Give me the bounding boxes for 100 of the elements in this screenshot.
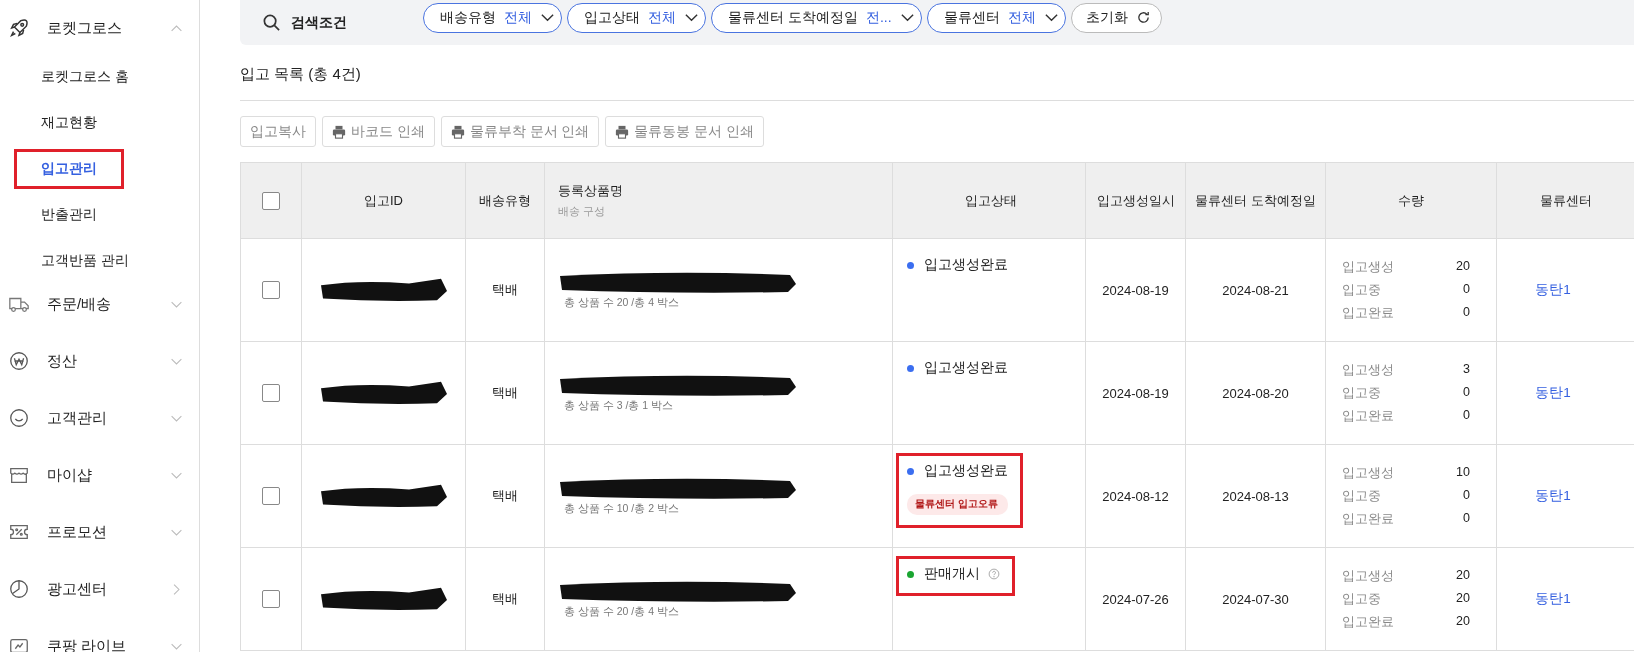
quantity-label: 입고완료	[1342, 613, 1395, 631]
rocket-icon	[8, 17, 30, 39]
refresh-icon	[1135, 10, 1151, 25]
quantity-value: 0	[1462, 281, 1470, 298]
quantity-label: 입고중	[1342, 384, 1382, 402]
filter-dropdown[interactable]: 물류센터 전체	[926, 2, 1066, 33]
quantity-value: 0	[1463, 407, 1470, 424]
table-cell-text: 총 상품 수 20 /총 4 박스	[563, 296, 680, 310]
quantity-label: 입고생성	[1342, 361, 1395, 379]
table-cell: 택배	[492, 281, 518, 299]
table-cell-text: 총 상품 수 20 /총 4 박스	[563, 605, 680, 619]
table-cell: 2024-07-26	[1102, 591, 1169, 607]
quantity-label: 입고중	[1342, 590, 1382, 608]
nav-item[interactable]: 정산	[0, 341, 199, 381]
nav-item[interactable]: 프로모션	[0, 512, 199, 552]
action-button[interactable]: 입고복사	[240, 116, 316, 147]
column-header: 입고상태	[964, 191, 1017, 210]
checkbox[interactable]	[262, 487, 280, 505]
status-label: 판매개시	[924, 565, 980, 583]
checkbox[interactable]	[262, 590, 280, 608]
nav-label: 마이샵	[47, 465, 93, 485]
quantity-value: 20	[1456, 590, 1470, 607]
column-header: 수량	[1398, 191, 1424, 210]
table-cell-text: 총 상품 수 3 /총 1 박스	[563, 399, 675, 413]
center-link[interactable]: 동탄1	[1535, 487, 1571, 505]
column-header: 물류센터	[1539, 191, 1592, 210]
quantity-value: 0	[1462, 304, 1470, 321]
quantity-label: 입고생성	[1342, 258, 1395, 276]
filter-dropdown[interactable]: 물류센터 도착예정일 전...	[711, 2, 922, 33]
quantity-value: 20	[1456, 258, 1470, 275]
submenu-item[interactable]: 재고현황	[14, 103, 124, 143]
filter-dropdown[interactable]: 배송유형 전체	[423, 2, 562, 33]
status-label: 입고생성완료	[924, 359, 1008, 377]
submenu-item[interactable]: 반출관리	[14, 195, 124, 235]
column-header: 입고생성일시	[1096, 191, 1175, 210]
quantity-label: 입고완료	[1342, 510, 1395, 528]
smiley-icon	[8, 407, 30, 429]
printer-icon	[332, 124, 346, 139]
table-cell: 2024-08-12	[1102, 488, 1169, 504]
table-cell: 택배	[492, 384, 518, 402]
pie-chart-icon	[8, 578, 30, 600]
nav-label: 정산	[47, 351, 78, 371]
nav-item[interactable]: 쿠팡 라이브	[0, 626, 199, 652]
checkbox[interactable]	[262, 384, 280, 402]
column-header: 입고ID	[364, 191, 403, 210]
quantity-label: 입고완료	[1342, 407, 1395, 425]
action-button[interactable]: 바코드 인쇄	[322, 116, 435, 147]
quantity-value: 0	[1462, 487, 1470, 504]
won-icon	[8, 350, 30, 372]
help-icon[interactable]	[988, 568, 1000, 580]
submenu-item[interactable]: 입고관리	[14, 149, 124, 189]
nav-item[interactable]: 고객관리	[0, 398, 199, 438]
column-header: 배송유형	[479, 191, 531, 210]
nav-label: 쿠팡 라이브	[47, 636, 128, 652]
action-button[interactable]: 물류동봉 문서 인쇄	[605, 116, 764, 147]
quantity-label: 입고중	[1342, 487, 1382, 505]
filter-dropdown[interactable]: 입고상태 전체	[567, 2, 706, 33]
error-badge: 물류센터 입고오류	[907, 494, 1008, 515]
column-header: 등록상품명	[558, 182, 623, 200]
list-title: 입고 목록 (총 4건)	[240, 65, 362, 84]
table-cell: 2024-08-13	[1222, 488, 1289, 504]
quantity-value: 0	[1462, 510, 1470, 527]
table-cell: 2024-08-21	[1222, 282, 1289, 298]
center-link[interactable]: 동탄1	[1535, 281, 1571, 299]
table-cell: 2024-08-20	[1222, 385, 1289, 401]
checkbox[interactable]	[262, 281, 280, 299]
column-header: 물류센터 도착예정일	[1195, 191, 1316, 210]
nav-label: 주문/배송	[47, 294, 113, 314]
submenu-item[interactable]: 로켓그로스 홈	[14, 57, 156, 97]
printer-icon	[450, 124, 465, 139]
nav-item[interactable]: 광고센터	[0, 569, 199, 609]
nav-item[interactable]: 마이샵	[0, 455, 199, 495]
checkbox[interactable]	[262, 191, 280, 210]
quantity-label: 입고생성	[1342, 464, 1395, 482]
table-cell: 2024-07-30	[1222, 591, 1289, 607]
quantity-value: 10	[1456, 464, 1470, 481]
status-label: 입고생성완료	[924, 462, 1008, 480]
nav-label: 로켓그로스	[47, 18, 123, 38]
quantity-value: 0	[1463, 384, 1470, 401]
quantity-value: 20	[1456, 613, 1470, 630]
table-cell: 2024-08-19	[1102, 385, 1169, 401]
quantity-label: 입고중	[1342, 281, 1382, 299]
nav-item[interactable]: 로켓그로스	[0, 8, 199, 48]
center-link[interactable]: 동탄1	[1535, 384, 1571, 402]
action-button[interactable]: 물류부착 문서 인쇄	[440, 116, 600, 147]
nav-label: 광고센터	[47, 579, 108, 599]
status-label: 입고생성완료	[924, 256, 1008, 274]
nav-label: 고객관리	[47, 408, 108, 428]
submenu-item[interactable]: 고객반품 관리	[14, 241, 156, 281]
table-cell: 2024-08-19	[1102, 282, 1169, 298]
nav-item[interactable]: 주문/배송	[0, 284, 199, 324]
center-link[interactable]: 동탄1	[1535, 590, 1571, 608]
quantity-label: 입고생성	[1342, 567, 1395, 585]
quantity-value: 20	[1456, 567, 1470, 584]
printer-icon	[615, 124, 630, 139]
reset-button[interactable]: 초기화	[1070, 2, 1162, 33]
quantity-value: 3	[1463, 361, 1470, 378]
table-cell-text: 총 상품 수 10 /총 2 박스	[563, 502, 680, 516]
table-cell: 택배	[492, 487, 518, 505]
table-cell: 택배	[492, 590, 518, 608]
